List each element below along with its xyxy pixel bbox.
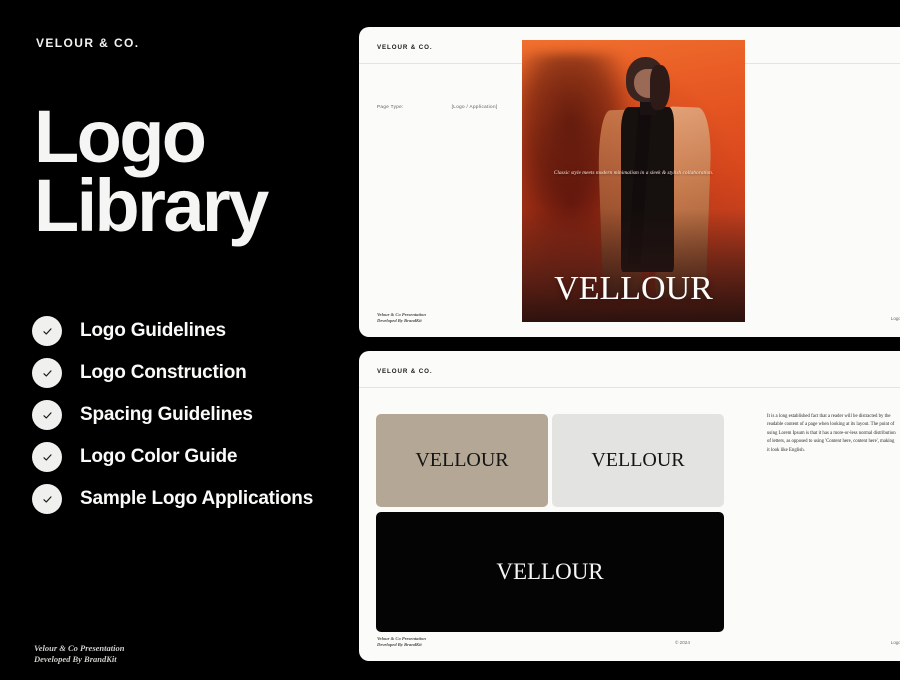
list-item-label: Sample Logo Applications: [80, 488, 314, 509]
cover-footer: Velour & Co Presentation Developed By Br…: [34, 643, 124, 666]
left-cover-panel: VELOUR & CO. Logo Library Logo Guideline…: [0, 0, 360, 680]
check-icon: [32, 358, 62, 388]
brand-wordmark: VELOUR & CO.: [36, 36, 140, 50]
slide-two-footer-center: © 2024: [675, 640, 690, 645]
slide-two-footer-line-2: Developed By BrandKit: [377, 641, 422, 647]
editorial-photo: Classic style meets modern minimalism in…: [522, 40, 745, 322]
swatch-wordmark: VELLOUR: [496, 559, 604, 584]
page-title-line-1: Logo: [34, 95, 207, 178]
check-icon: [32, 484, 62, 514]
slide-two-divider: [359, 387, 900, 388]
light-gray-swatch[interactable]: VELLOUR: [552, 414, 724, 507]
list-item-label: Spacing Guidelines: [80, 404, 253, 425]
meta-label: Page Type:: [377, 104, 404, 109]
black-swatch[interactable]: VELLOUR: [376, 512, 724, 632]
slide-preview-two[interactable]: VELOUR & CO. VELLOUR VELLOUR VELLOUR It …: [359, 351, 900, 661]
slide-two-footer: Velour & Co Presentation Developed By Br…: [377, 636, 426, 648]
slide-two-footer-line-1: Velour & Co Presentation: [377, 635, 426, 641]
slide-one-footer-line-2: Developed By BrandKit: [377, 317, 422, 323]
list-item-label: Logo Guidelines: [80, 320, 226, 341]
check-icon: [32, 316, 62, 346]
check-icon: [32, 400, 62, 430]
photo-wordmark: VELLOUR: [554, 269, 713, 307]
slide-two-footer-right: Logo: [890, 640, 900, 645]
list-item[interactable]: Logo Guidelines: [32, 310, 342, 352]
slide-one-meta: Page Type: [Logo / Application]: [377, 104, 498, 109]
slide-preview-one[interactable]: VELOUR & CO. Page Type: [Logo / Applicat…: [359, 27, 900, 337]
swatch-wordmark: VELLOUR: [591, 449, 685, 471]
cover-footer-line-1: Velour & Co Presentation: [34, 643, 125, 653]
list-item[interactable]: Logo Color Guide: [32, 436, 342, 478]
swatch-wordmark: VELLOUR: [415, 449, 509, 471]
check-icon: [32, 442, 62, 472]
slide-one-header: VELOUR & CO.: [377, 44, 433, 51]
list-item[interactable]: Sample Logo Applications: [32, 478, 342, 520]
slide-one-footer-right: Logo: [890, 316, 900, 321]
logo-swatch-row: VELLOUR VELLOUR: [376, 414, 724, 507]
meta-value: [Logo / Application]: [451, 104, 498, 109]
list-item[interactable]: Logo Construction: [32, 352, 342, 394]
presentation-canvas: VELOUR & CO. Logo Library Logo Guideline…: [0, 0, 900, 680]
photo-quote: Classic style meets modern minimalism in…: [553, 169, 714, 176]
page-title-line-2: Library: [34, 163, 269, 247]
slide-two-body-copy: It is a long established fact that a rea…: [767, 414, 896, 453]
model-hair: [649, 64, 670, 110]
list-item-label: Logo Construction: [80, 362, 247, 383]
list-item-label: Logo Color Guide: [80, 446, 238, 467]
slide-two-header: VELOUR & CO.: [377, 368, 433, 375]
list-item[interactable]: Spacing Guidelines: [32, 394, 342, 436]
slide-one-footer: Velour & Co Presentation Developed By Br…: [377, 312, 426, 324]
cover-footer-line-2: Developed By BrandKit: [34, 654, 117, 665]
taupe-swatch[interactable]: VELLOUR: [376, 414, 548, 507]
slide-one-footer-line-1: Velour & Co Presentation: [377, 311, 426, 317]
contents-checklist: Logo Guidelines Logo Construction Spacin…: [32, 310, 342, 520]
page-title: Logo Library: [34, 95, 269, 247]
